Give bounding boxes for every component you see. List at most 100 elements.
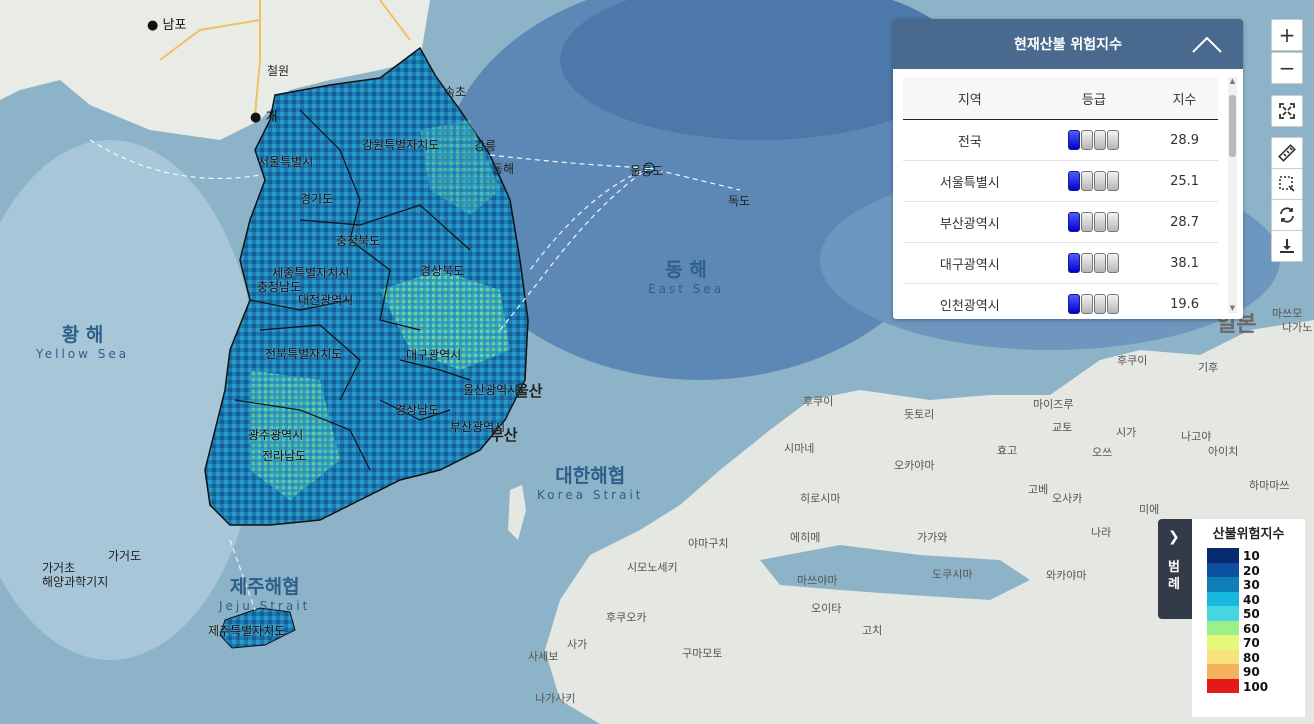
- grade-cell: [1094, 171, 1107, 191]
- legend-swatch: [1207, 620, 1239, 635]
- grade-cell: [1107, 130, 1120, 150]
- row-grade: [1036, 160, 1152, 202]
- refresh-icon: [1280, 207, 1294, 223]
- table-row[interactable]: 대구광역시 38.1: [903, 242, 1218, 284]
- grade-meter: [1068, 130, 1120, 150]
- jp-wakayama: 와카야마: [1046, 569, 1087, 582]
- jp-hyogo: 효고: [997, 444, 1018, 457]
- row-region: 인천광역시: [903, 283, 1037, 319]
- legend-step-label: 80: [1243, 650, 1260, 665]
- jp-maizuru: 마이즈루: [1033, 398, 1074, 411]
- scroll-up-icon[interactable]: ▲: [1228, 77, 1237, 86]
- jp-shimonoseki: 시모노세키: [627, 561, 678, 574]
- prov-busan: 부산광역시: [450, 420, 506, 434]
- zoom-in-button[interactable]: +: [1271, 19, 1303, 51]
- row-grade: [1036, 119, 1152, 161]
- legend-panel: 산불위험지수 10 20 30 40 50 60 70 80 90 100: [1192, 519, 1305, 717]
- scroll-thumb[interactable]: [1229, 95, 1236, 157]
- legend-step-label: 20: [1243, 563, 1260, 578]
- east-sea-name: 동 해: [665, 259, 707, 281]
- prov-gyeongnam: 경상남도: [395, 403, 440, 417]
- col-region: 지역: [903, 77, 1037, 120]
- legend-swatch: [1207, 664, 1239, 679]
- download-button[interactable]: [1271, 230, 1303, 262]
- grade-cell: [1081, 212, 1094, 232]
- area-select-button[interactable]: [1271, 168, 1303, 200]
- jeju-strait-name: 제주해협: [229, 576, 300, 598]
- jp-aichi: 아이치: [1208, 445, 1239, 458]
- place-gangneung: 강릉: [474, 139, 497, 153]
- jeju-strait-name-en: Jeju Strait: [219, 599, 311, 613]
- legend-step-label: 10: [1243, 549, 1260, 563]
- east-sea-name-en: East Sea: [648, 282, 725, 296]
- prov-ulsan: 울산광역시: [463, 383, 519, 397]
- grade-cell: [1068, 171, 1081, 191]
- jp-hukui2: 후쿠이: [803, 395, 834, 408]
- prov-gangwon: 강원특별자치도: [362, 138, 440, 152]
- legend-step-label: 40: [1243, 592, 1260, 607]
- jp-mie: 미에: [1139, 503, 1160, 516]
- legend-color-bar: [1207, 548, 1239, 698]
- legend-step-label: 30: [1243, 578, 1260, 592]
- table-row[interactable]: 부산광역시 28.7: [903, 201, 1218, 243]
- grade-cell: [1094, 212, 1107, 232]
- grade-cell: [1094, 253, 1107, 273]
- grade-cell: [1068, 130, 1081, 150]
- jp-hiroshima: 히로시마: [800, 492, 841, 505]
- prov-jeonbuk: 전북특별자치도: [265, 347, 343, 361]
- jp-nagoya: 나고야: [1181, 430, 1212, 443]
- legend-swatch: [1207, 562, 1239, 577]
- grade-cell: [1068, 212, 1081, 232]
- panel-table-wrap: 지역 등급 지수 전국 28.9 서울특별시 25.1 부산광역시 28.7 대구광역시 38…: [903, 77, 1218, 319]
- panel-title: 현재산불 위험지수: [1014, 37, 1122, 53]
- place-donghae: 동해: [492, 162, 515, 176]
- area-select-icon: [1279, 176, 1295, 192]
- legend-step-label: 90: [1243, 665, 1260, 679]
- legend-step-label: 100: [1243, 679, 1269, 694]
- legend-labels: 10 20 30 40 50 60 70 80 90 100: [1243, 549, 1268, 694]
- prov-gyeongbuk: 경상북도: [420, 264, 465, 278]
- fire-index-table: 지역 등급 지수 전국 28.9 서울특별시 25.1 부산광역시 28.7 대구광역시 38…: [903, 77, 1218, 319]
- panel-scrollbar[interactable]: ▲ ▼: [1228, 77, 1237, 313]
- east-sea-label: 동 해 East Sea: [648, 255, 724, 296]
- jp-shimane: 시마네: [784, 442, 815, 455]
- jp-nagano: 나가노: [1282, 321, 1313, 334]
- jp-yamaguchi: 야마구치: [688, 537, 729, 550]
- korea-strait-name-en: Korea Strait: [537, 488, 644, 502]
- table-row[interactable]: 서울특별시 25.1: [903, 160, 1218, 202]
- legend-title: 산불위험지수: [1212, 527, 1285, 542]
- jp-kobe: 고베: [1028, 483, 1049, 496]
- refresh-button[interactable]: [1271, 199, 1303, 231]
- yellow-sea-name: 황 해: [61, 324, 104, 346]
- prov-jeju: 제주특별자치도: [208, 624, 286, 638]
- jp-hukui: 후쿠이: [1117, 354, 1148, 367]
- zoom-out-button[interactable]: −: [1271, 52, 1303, 84]
- jp-tokushima: 도쿠시마: [932, 568, 973, 581]
- scroll-down-icon[interactable]: ▼: [1228, 304, 1237, 313]
- jp-osaka: 오사카: [1052, 492, 1083, 505]
- jp-ehime: 에히메: [790, 531, 821, 544]
- table-row[interactable]: 전국 28.9: [903, 119, 1218, 161]
- fire-index-panel: 현재산불 위험지수 지역 등급 지수 전국 28.9 서울특별시 25.1 부산광역시 2…: [893, 19, 1243, 319]
- jp-okayama: 오카야마: [894, 459, 935, 472]
- place-gageocho-base: 가거초 해양과학기지: [42, 561, 109, 589]
- table-row[interactable]: 인천광역시 19.6: [903, 283, 1218, 319]
- prov-daegu: 대구광역시: [406, 348, 462, 362]
- table-header-row: 지역 등급 지수: [903, 77, 1218, 120]
- jp-giho: 기후: [1198, 361, 1219, 374]
- legend-swatch: [1207, 649, 1239, 664]
- fullscreen-button[interactable]: [1271, 95, 1303, 127]
- place-gageodo: 가거도: [108, 549, 142, 563]
- grade-meter: [1068, 212, 1120, 232]
- grade-cell: [1107, 212, 1120, 232]
- place-ulsan: 울산: [515, 382, 543, 400]
- place-sokcho: 속초: [444, 85, 467, 99]
- legend-toggle-button[interactable]: ❯ 범례: [1158, 519, 1192, 619]
- ruler-button[interactable]: [1271, 137, 1303, 169]
- legend-step-label: 70: [1243, 636, 1260, 650]
- row-index: 28.9: [1151, 119, 1218, 161]
- legend-swatch: [1207, 577, 1239, 592]
- collapse-icon[interactable]: [1191, 33, 1223, 55]
- jp-nara: 나라: [1091, 526, 1112, 539]
- zoom-in-label: +: [1278, 23, 1296, 47]
